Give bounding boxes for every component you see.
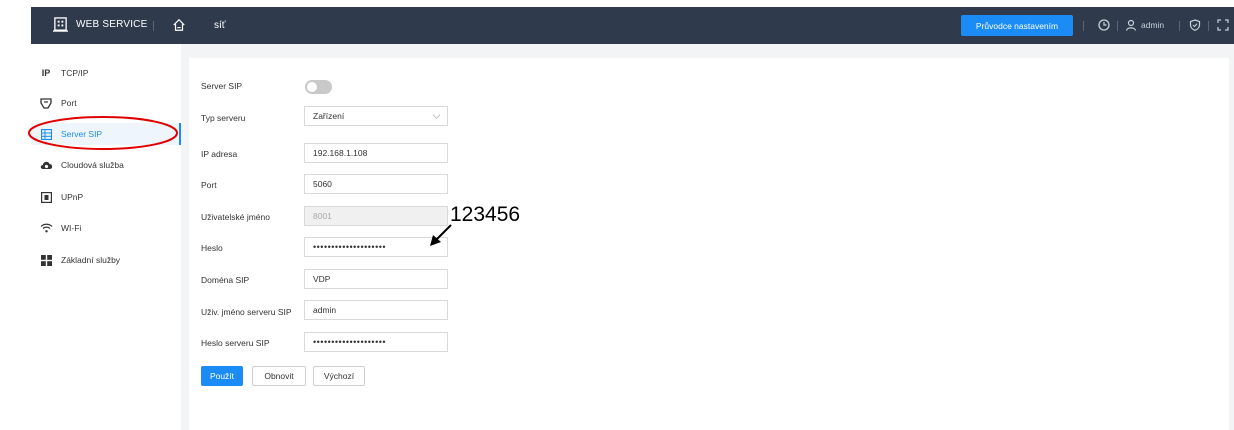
sidebar-item-wifi[interactable]: WI-Fi	[31, 217, 181, 239]
chevron-down-icon	[432, 114, 441, 119]
divider	[1083, 21, 1084, 31]
server-user-field[interactable]: admin	[304, 300, 448, 320]
default-button[interactable]: Výchozí	[313, 366, 365, 386]
wifi-icon	[39, 222, 53, 234]
sidebar-item-label: Port	[61, 98, 77, 108]
divider	[1117, 21, 1118, 31]
top-bar: WEB SERVICE síť Průvodce nastavením admi…	[31, 7, 1234, 44]
toggle-knob	[307, 82, 317, 92]
server-user-value: admin	[313, 305, 337, 315]
divider	[1179, 21, 1180, 31]
sidebar-item-label: Základní služby	[61, 255, 121, 265]
home-icon[interactable]	[172, 18, 186, 32]
server-user-label: Uživ. jméno serveru SIP	[201, 307, 292, 317]
upnp-icon	[39, 191, 53, 203]
highlight-ellipse	[28, 116, 178, 150]
sidebar-item-upnp[interactable]: UPnP	[31, 186, 181, 208]
user-menu[interactable]: admin	[1125, 19, 1164, 31]
password-label: Heslo	[201, 243, 223, 253]
port-icon	[39, 97, 53, 109]
services-icon	[39, 254, 53, 266]
annotation-arrow	[430, 224, 452, 246]
server-type-label: Typ serveru	[201, 113, 246, 123]
domain-value: VDP	[313, 274, 331, 284]
port-value: 5060	[313, 179, 332, 189]
sidebar-item-label: Cloudová služba	[61, 160, 124, 170]
clock-icon[interactable]	[1098, 19, 1110, 31]
brand-name: WEB SERVICE	[76, 19, 148, 30]
sidebar-item-port[interactable]: Port	[31, 92, 181, 114]
password-value: ••••••••••••••••••••	[313, 242, 387, 252]
ip-value: 192.168.1.108	[313, 148, 368, 158]
setup-wizard-button[interactable]: Průvodce nastavením	[961, 15, 1073, 36]
annotation-text: 123456	[450, 203, 521, 226]
cloud-icon	[39, 159, 53, 171]
ip-label: IP adresa	[201, 149, 238, 159]
server-type-value: Zařízení	[313, 111, 345, 121]
divider	[153, 21, 154, 31]
sidebar-item-basic-services[interactable]: Základní služby	[31, 249, 181, 271]
port-field[interactable]: 5060	[304, 174, 448, 194]
sidebar-item-tcpip[interactable]: IP TCP/IP	[31, 62, 181, 84]
brand: WEB SERVICE	[53, 17, 147, 32]
server-sip-label: Server SIP	[201, 81, 243, 91]
user-icon	[1125, 19, 1137, 31]
ip-field[interactable]: 192.168.1.108	[304, 143, 448, 163]
sidebar-item-label: WI-Fi	[61, 223, 82, 233]
shield-icon[interactable]	[1189, 19, 1201, 31]
ip-icon: IP	[41, 68, 51, 78]
sidebar-item-cloud[interactable]: Cloudová služba	[31, 154, 181, 176]
fullscreen-icon[interactable]	[1217, 19, 1229, 31]
divider	[1208, 21, 1209, 31]
apply-button[interactable]: Použít	[201, 366, 243, 386]
refresh-button[interactable]: Obnovit	[252, 366, 306, 386]
sidebar: IP TCP/IP Port Server SIP Cloudová služb…	[31, 44, 181, 430]
server-password-value: ••••••••••••••••••••	[313, 337, 387, 347]
building-icon	[53, 17, 68, 32]
server-type-select[interactable]: Zařízení	[304, 106, 448, 126]
server-password-label: Heslo serveru SIP	[201, 338, 270, 348]
sidebar-item-label: UPnP	[61, 192, 84, 202]
username-label: Uživatelské jméno	[201, 212, 270, 222]
server-password-field[interactable]: ••••••••••••••••••••	[304, 332, 448, 352]
domain-field[interactable]: VDP	[304, 269, 448, 289]
page-title: síť	[214, 20, 226, 31]
sidebar-item-label: TCP/IP	[61, 68, 89, 78]
server-sip-toggle[interactable]	[305, 80, 332, 94]
username: admin	[1141, 20, 1165, 30]
username-value: 8001	[313, 211, 332, 221]
port-label: Port	[201, 180, 217, 190]
domain-label: Doména SIP	[201, 275, 250, 285]
